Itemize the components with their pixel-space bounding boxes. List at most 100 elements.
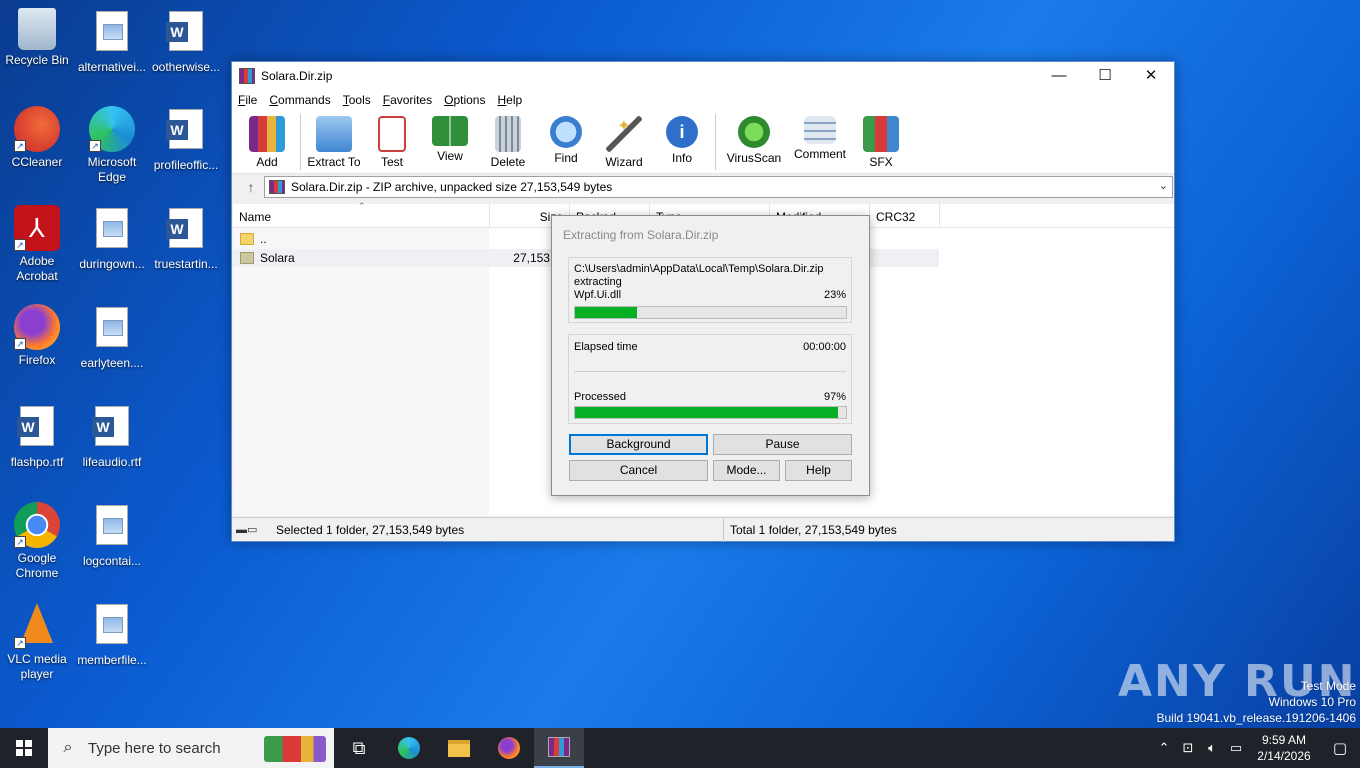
cancel-button[interactable]: Cancel [569, 460, 708, 481]
desktop-icon-file[interactable]: W lifeaudio.rtf [76, 403, 148, 470]
menu-file[interactable]: File [238, 93, 257, 107]
vlc-icon: ↗ [14, 603, 60, 649]
desktop-icon-ccleaner[interactable]: ↗ CCleaner [1, 106, 73, 170]
desktop-icon-file[interactable]: memberfile... [76, 601, 148, 668]
desktop-icon-acrobat[interactable]: ⅄ ↗ Adobe Acrobat [1, 205, 73, 284]
clock-time: 9:59 AM [1261, 733, 1307, 747]
menu-favorites[interactable]: Favorites [383, 93, 432, 107]
network-icon[interactable]: ⊡ [1176, 740, 1200, 756]
clock[interactable]: 9:59 AM 2/14/2026 [1248, 732, 1320, 764]
taskbar-winrar[interactable] [534, 728, 584, 768]
desktop-icon-label: memberfile... [77, 653, 147, 667]
search-box[interactable]: ⌕ Type here to search [48, 728, 334, 768]
title-bar[interactable]: Solara.Dir.zip — ☐ ✕ [232, 62, 1174, 90]
archive-path: C:\Users\admin\AppData\Local\Temp\Solara… [574, 263, 846, 275]
taskbar: ⌕ Type here to search ⧉ ⌃ ⊡ 🔈︎ ▭ 9:59 AM… [0, 728, 1360, 768]
current-file: Wpf.Ui.dll [574, 289, 622, 301]
trash-icon [495, 116, 521, 152]
toolbar-label: SFX [869, 155, 893, 169]
desktop-icon-file[interactable]: logcontai... [76, 502, 148, 569]
desktop-icon-edge[interactable]: ↗ Microsoft Edge [76, 106, 148, 185]
desktop-icon-label: duringown... [79, 257, 145, 271]
menu-bar: File Commands Tools Favorites Options He… [232, 90, 1174, 110]
menu-options[interactable]: Options [444, 93, 485, 107]
add-button[interactable]: Add [238, 110, 296, 169]
watermark-line: Build 19041.vb_release.191206-1406 [1156, 711, 1357, 725]
desktop-icon-chrome[interactable]: ↗ Google Chrome [1, 502, 73, 581]
table-row[interactable]: .. [233, 230, 490, 248]
desktop-icon-recycle-bin[interactable]: Recycle Bin [1, 8, 73, 68]
panel-divider [574, 371, 846, 372]
delete-button[interactable]: Delete [479, 110, 537, 169]
chrome-icon: ↗ [14, 502, 60, 548]
edge-icon [398, 737, 420, 759]
virusscan-button[interactable]: VirusScan [720, 110, 788, 165]
desktop-icon-label: Recycle Bin [5, 53, 69, 67]
word-document-icon: W [166, 11, 203, 51]
archive-icon [269, 180, 285, 194]
up-arrow-icon[interactable]: ↑ [238, 179, 264, 195]
folder-icon [448, 739, 470, 757]
minimize-button[interactable]: — [1036, 62, 1082, 90]
toolbar: Add Extract To Test View Delete Find ✦ Wi… [232, 110, 1174, 174]
comment-button[interactable]: Comment [788, 110, 852, 161]
search-icon: ⌕ [63, 739, 73, 756]
taskbar-firefox[interactable] [484, 728, 534, 768]
toolbar-separator [715, 114, 716, 170]
column-crc32[interactable]: CRC32 [870, 204, 940, 227]
chevron-up-icon[interactable]: ⌃ [1152, 740, 1176, 756]
background-button[interactable]: Background [569, 434, 708, 455]
desktop-icon-file[interactable]: W flashpo.rtf [1, 403, 73, 470]
volume-icon[interactable]: 🔈︎ [1200, 740, 1224, 756]
wizard-button[interactable]: ✦ Wizard [595, 110, 653, 169]
display-icon[interactable]: ▭ [1224, 740, 1248, 756]
view-button[interactable]: View [421, 110, 479, 163]
chevron-down-icon[interactable]: ⌄ [1159, 179, 1168, 192]
desktop-icon-label: Adobe Acrobat [16, 254, 58, 283]
menu-help[interactable]: Help [497, 93, 522, 107]
notification-icon[interactable]: ▢ [1320, 739, 1360, 757]
desktop-icon-file[interactable]: W truestartin... [150, 205, 222, 272]
wand-icon: ✦ [606, 116, 642, 152]
desktop-icon-file[interactable]: earlyteen.... [76, 304, 148, 371]
extract-to-button[interactable]: Extract To [305, 110, 363, 169]
name-column-pane [233, 228, 489, 516]
taskbar-file-explorer[interactable] [434, 728, 484, 768]
help-button[interactable]: Help [785, 460, 852, 481]
start-button[interactable] [0, 728, 48, 768]
close-button[interactable]: ✕ [1128, 62, 1174, 90]
maximize-button[interactable]: ☐ [1082, 62, 1128, 90]
row-name: .. [260, 232, 267, 246]
test-button[interactable]: Test [363, 110, 421, 169]
desktop-icon-label: lifeaudio.rtf [82, 455, 142, 469]
document-icon [96, 307, 128, 347]
clock-date: 2/14/2026 [1257, 749, 1311, 763]
address-combobox[interactable]: Solara.Dir.zip - ZIP archive, unpacked s… [264, 176, 1173, 198]
desktop-icon-file[interactable]: duringown... [76, 205, 148, 272]
desktop-icon-file[interactable]: alternativei... [76, 8, 148, 75]
desktop-icon-label: VLC media player [7, 652, 67, 681]
menu-commands[interactable]: Commands [269, 93, 330, 107]
total-progress-panel: Elapsed time 00:00:00 Processed 97% [568, 334, 852, 424]
task-view-button[interactable]: ⧉ [334, 728, 384, 768]
toolbar-label: Delete [490, 155, 526, 169]
folder-up-icon [240, 233, 254, 245]
desktop-icon-file[interactable]: W profileoffic... [150, 106, 222, 173]
current-file-line: Wpf.Ui.dll 23% [574, 289, 846, 301]
pause-button[interactable]: Pause [713, 434, 852, 455]
mode-button[interactable]: Mode... [713, 460, 780, 481]
sfx-button[interactable]: SFX [852, 110, 910, 169]
search-highlight-icon [264, 736, 326, 762]
address-text: Solara.Dir.zip - ZIP archive, unpacked s… [291, 180, 613, 194]
find-button[interactable]: Find [537, 110, 595, 165]
desktop-icon-file[interactable]: W ootherwise... [150, 8, 222, 75]
desktop-icon-label: logcontai... [82, 554, 142, 568]
taskbar-edge[interactable] [384, 728, 434, 768]
document-icon [96, 505, 128, 545]
desktop-icon-vlc[interactable]: ↗ VLC media player [1, 601, 73, 682]
file-percent: 23% [823, 289, 846, 301]
info-button[interactable]: i Info [653, 110, 711, 165]
desktop-icon-firefox[interactable]: ↗ Firefox [1, 304, 73, 368]
menu-tools[interactable]: Tools [343, 93, 371, 107]
toolbar-label: Info [671, 151, 692, 165]
